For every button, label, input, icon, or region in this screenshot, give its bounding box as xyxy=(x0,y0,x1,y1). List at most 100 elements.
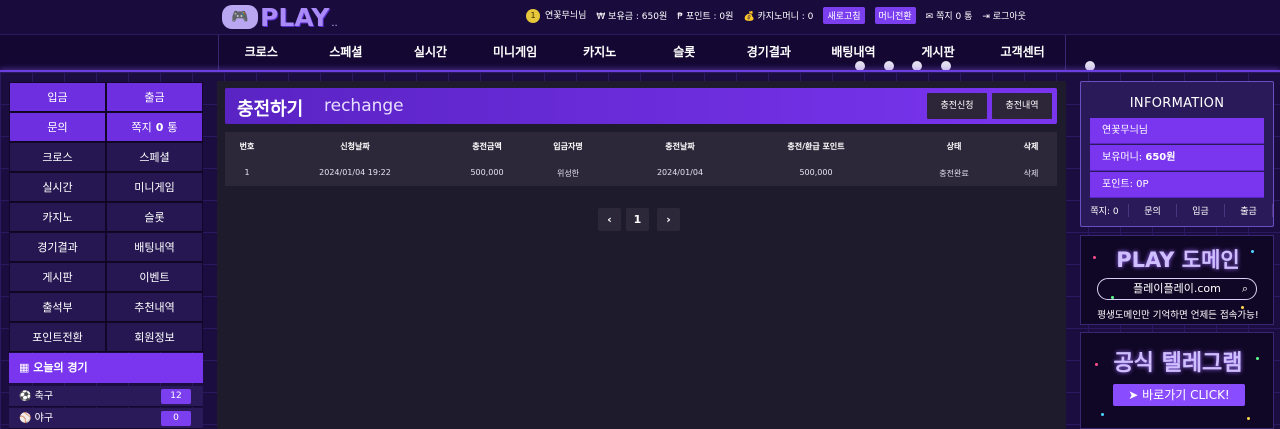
domain-ticker: 평생도메인만 기억하면 언제든 접속가능! xyxy=(1097,310,1259,321)
sidebar-item[interactable]: 출석부 xyxy=(9,292,106,322)
prev-page-button[interactable]: ‹ xyxy=(598,208,621,231)
table-header: 번호 신청날짜 충전금액 입금자명 충전날짜 충전/환급 포인트 상태 삭제 xyxy=(225,132,1057,159)
user-info: 1 연꽃무늬님 ₩ 보유금 : 650원 ₱ 포인트 : 0원 💰 카지노머니 :… xyxy=(526,7,1026,24)
table-cell: 2024/01/04 19:22 xyxy=(319,168,391,177)
nav-item[interactable]: 실시간 xyxy=(388,35,473,71)
column-header: 입금자명 xyxy=(553,142,583,151)
logout-link[interactable]: ⇥ 로그아웃 xyxy=(982,9,1026,22)
sidebar-item[interactable]: 크로스 xyxy=(9,142,106,172)
info-username: 연꽃무늬님 xyxy=(1090,118,1264,144)
sidebar-item[interactable]: 추천내역 xyxy=(106,292,203,322)
left-sidebar-menu: 입금 출금문의 쪽지 0 통 크로스 스페셜실시간 미니게임카지노 슬롯경기결과 배팅내역게시판 이… xyxy=(9,82,203,352)
info-link[interactable]: 문의 xyxy=(1129,204,1177,217)
sidebar-item[interactable]: 스페셜 xyxy=(106,142,203,172)
domain-url: 플레이플레이.com xyxy=(1133,282,1221,295)
telegram-banner[interactable]: 공식 텔레그램 ➤ 바로가기 CLICK! xyxy=(1080,332,1274,429)
table-cell: 1 xyxy=(244,168,250,177)
sidebar-item[interactable]: 실시간 xyxy=(9,172,106,202)
sidebar-item[interactable]: 미니게임 xyxy=(106,172,203,202)
todays-games-title: 오늘의 경기 xyxy=(33,361,88,374)
nav-item[interactable]: 카지노 xyxy=(557,35,642,71)
sidebar-item[interactable]: 이벤트 xyxy=(106,262,203,292)
points-label: 포인트: xyxy=(1102,179,1137,190)
info-links: 쪽지: 0 문의 입금 출금 xyxy=(1081,204,1273,217)
nav-item[interactable]: 고객센터 xyxy=(980,35,1065,71)
info-money: 보유머니: 650원 xyxy=(1090,145,1264,171)
page-title-bar: 충전하기 rechange 충전신청 충전내역 xyxy=(225,88,1057,124)
sidebar-item[interactable]: 문의 xyxy=(9,112,106,142)
recharge-table: 번호 신청날짜 충전금액 입금자명 충전날짜 충전/환급 포인트 상태 삭제 1 2024/01… xyxy=(225,132,1057,186)
sidebar-item[interactable]: 회원정보 xyxy=(106,322,203,352)
sidebar-item[interactable]: 카지노 xyxy=(9,202,106,232)
nav-item[interactable]: 경기결과 xyxy=(727,35,812,71)
points-text: 포인트 : 0원 xyxy=(685,12,734,22)
apply-button[interactable]: 충전신청 xyxy=(927,93,987,119)
domain-banner[interactable]: PLAY 도메인 플레이플레이.com ⌕ 평생도메인만 기억하면 언제든 접속… xyxy=(1080,235,1274,325)
message-count: 0 xyxy=(155,121,164,134)
sport-row-baseball[interactable]: ⚾ 야구 0 xyxy=(9,408,203,429)
sidebar-item-label: 이벤트 xyxy=(139,271,170,284)
sidebar-item[interactable]: 슬롯 xyxy=(106,202,203,232)
rank-medal-icon: 1 xyxy=(526,9,540,23)
nav-item[interactable]: 미니게임 xyxy=(473,35,558,71)
baseball-icon: ⚾ xyxy=(19,413,35,424)
sidebar-item-label: 출석부 xyxy=(42,301,73,314)
sidebar-item-label: 실시간 xyxy=(42,181,73,194)
nav-item[interactable]: 스페셜 xyxy=(304,35,389,71)
refresh-button[interactable]: 새로고침 xyxy=(823,7,865,24)
sidebar-item[interactable]: 출금 xyxy=(106,82,203,112)
sidebar-item-label: 회원정보 xyxy=(134,331,175,344)
page-1-button[interactable]: 1 xyxy=(626,208,649,231)
sidebar-item[interactable]: 경기결과 xyxy=(9,232,106,262)
user-name: 연꽃무늬님 xyxy=(545,11,587,21)
sport-row-soccer[interactable]: ⚽ 축구 12 xyxy=(9,386,203,407)
table-cell: 위성한 xyxy=(556,169,580,178)
money-convert-button[interactable]: 머니전환 xyxy=(874,7,916,24)
money-value: 650원 xyxy=(1145,152,1176,163)
sidebar-item-label: 추천내역 xyxy=(134,301,175,314)
history-button[interactable]: 충전내역 xyxy=(992,93,1052,119)
sidebar-item[interactable]: 게시판 xyxy=(9,262,106,292)
nav-item[interactable]: 크로스 xyxy=(219,35,304,71)
info-link[interactable]: 출금 xyxy=(1225,204,1273,217)
soccer-icon: ⚽ xyxy=(19,391,35,402)
page-title: 충전하기 xyxy=(237,99,304,120)
messages-link[interactable]: ✉ 쪽지 0 통 xyxy=(926,9,973,22)
info-title: INFORMATION xyxy=(1129,96,1225,111)
casino-money: 💰 카지노머니 : 0 xyxy=(743,9,813,22)
telegram-go-label: 바로가기 CLICK! xyxy=(1142,388,1230,402)
sidebar-item-label: 배팅내역 xyxy=(134,241,175,254)
sport-name: 야구 xyxy=(34,413,54,424)
next-page-button[interactable]: › xyxy=(657,208,680,231)
delete-link[interactable]: 삭제 xyxy=(1024,168,1039,179)
sport-count: 12 xyxy=(161,389,191,404)
table-cell: 500,000 xyxy=(799,168,833,177)
sidebar-item-label: 문의 xyxy=(47,121,68,134)
info-link[interactable]: 쪽지: 0 xyxy=(1081,204,1129,217)
sidebar-item[interactable]: 입금 xyxy=(9,82,106,112)
nav-item[interactable]: 슬롯 xyxy=(642,35,727,71)
nav-item[interactable]: 게시판 xyxy=(896,35,981,71)
user-name-wrap: 1 연꽃무늬님 xyxy=(526,8,586,23)
column-header: 충전금액 xyxy=(472,142,502,151)
sidebar-item-label: 슬롯 xyxy=(144,211,165,224)
info-points: 포인트: 0P xyxy=(1090,172,1264,198)
sidebar-item[interactable]: 배팅내역 xyxy=(106,232,203,262)
nav-menu: 크로스 스페셜 실시간 미니게임 카지노 슬롯 경기결과 배팅내역 게시판 고객센터 xyxy=(218,35,1066,71)
telegram-go-button[interactable]: ➤ 바로가기 CLICK! xyxy=(1113,384,1245,406)
sidebar-item[interactable]: 쪽지 0 통 xyxy=(106,112,203,142)
page-subtitle: rechange xyxy=(324,96,404,116)
logo-dots: .. xyxy=(331,17,338,29)
domain-banner-title: PLAY 도메인 xyxy=(1116,248,1240,272)
todays-games-header[interactable]: ▦ 오늘의 경기 xyxy=(9,353,203,383)
column-header: 상태 xyxy=(946,142,962,151)
top-bar: 🎮 PLAY .. 1 연꽃무늬님 ₩ 보유금 : 650원 ₱ 포인트 : 0원… xyxy=(0,0,1280,34)
sidebar-item-label: 포인트전환 xyxy=(32,331,83,344)
telegram-banner-title: 공식 텔레그램 xyxy=(1113,351,1243,376)
site-logo[interactable]: 🎮 PLAY .. xyxy=(222,0,342,34)
sparkle xyxy=(1247,417,1250,420)
sidebar-item[interactable]: 포인트전환 xyxy=(9,322,106,352)
info-link[interactable]: 입금 xyxy=(1177,204,1225,217)
sidebar-item-label: 미니게임 xyxy=(134,181,175,194)
sidebar-item-label: 입금 xyxy=(47,91,68,104)
